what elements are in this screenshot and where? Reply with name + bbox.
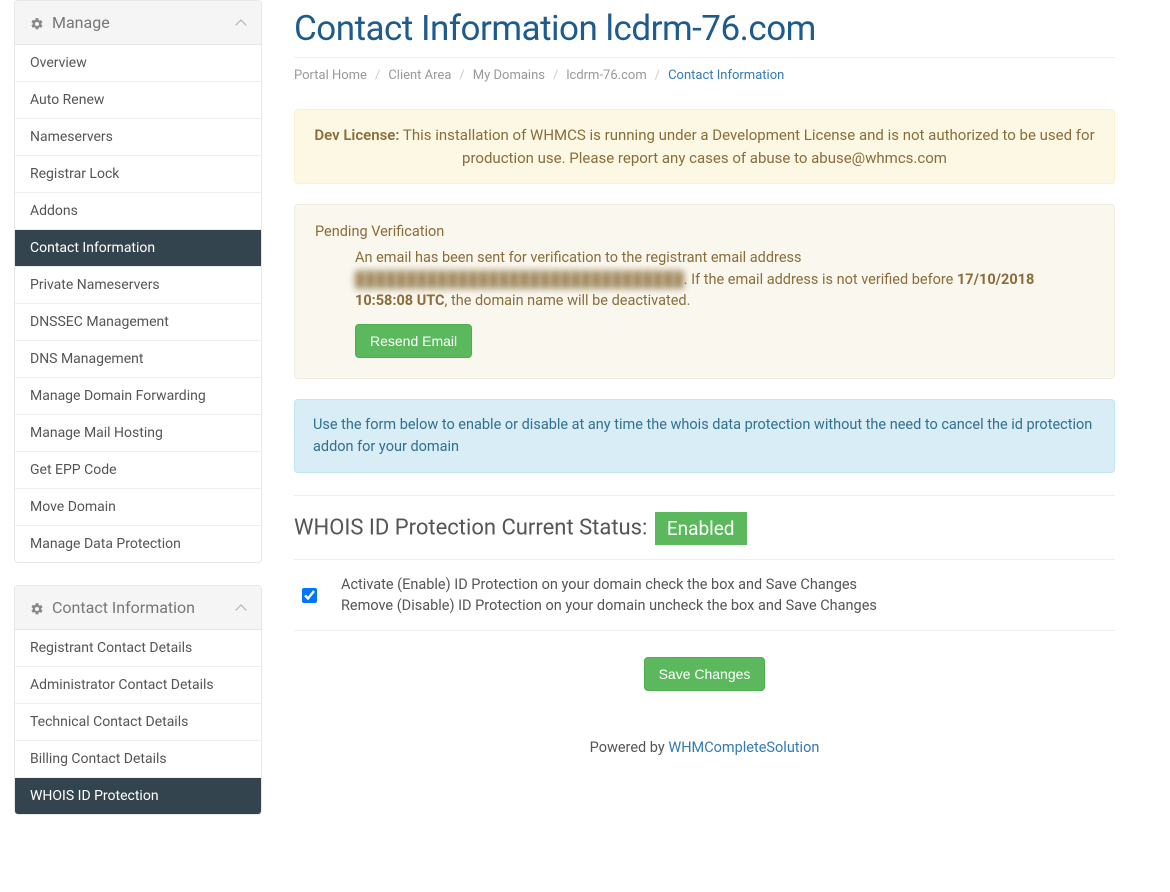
whois-checkbox-row: Activate (Enable) ID Protection on your …: [294, 559, 1115, 631]
manage-panel-header[interactable]: Manage: [15, 1, 261, 45]
whois-heading: WHOIS ID Protection Current Status: Enab…: [294, 512, 1115, 545]
manage-nav-item[interactable]: Get EPP Code: [15, 452, 261, 489]
contact-info-nav-item[interactable]: Registrant Contact Details: [15, 630, 261, 667]
breadcrumb-separator: /: [553, 68, 558, 83]
whois-status-badge: Enabled: [655, 512, 747, 545]
pending-blurred-email: ████████████████████████████████: [355, 271, 684, 288]
manage-nav-item[interactable]: Contact Information: [15, 230, 261, 267]
gear-icon: [30, 601, 44, 615]
manage-nav-item[interactable]: Nameservers: [15, 119, 261, 156]
pending-post-text-2: , the domain name will be deactivated.: [445, 292, 691, 309]
contact-info-nav-list: Registrant Contact DetailsAdministrator …: [15, 630, 261, 814]
page-title: Contact Information lcdrm-76.com: [294, 8, 1115, 49]
footer-link[interactable]: WHMCompleteSolution: [668, 739, 819, 756]
info-alert: Use the form below to enable or disable …: [294, 399, 1115, 473]
save-changes-button[interactable]: Save Changes: [644, 657, 766, 691]
dev-license-label: Dev License:: [314, 126, 399, 144]
breadcrumb: Portal Home / Client Area / My Domains / lcdrm…: [294, 68, 1115, 83]
dev-license-text: This installation of WHMCS is running un…: [403, 126, 1095, 167]
whois-line-2: Remove (Disable) ID Protection on your d…: [341, 595, 877, 616]
manage-nav-item[interactable]: Overview: [15, 45, 261, 82]
contact-info-nav-item[interactable]: Administrator Contact Details: [15, 667, 261, 704]
manage-nav-item[interactable]: Manage Domain Forwarding: [15, 378, 261, 415]
manage-nav-item[interactable]: Move Domain: [15, 489, 261, 526]
contact-info-panel-header[interactable]: Contact Information: [15, 586, 261, 630]
chevron-up-icon: [237, 18, 247, 28]
breadcrumb-link[interactable]: Client Area: [388, 68, 451, 83]
sidebar: Manage OverviewAuto RenewNameserversRegi…: [0, 0, 262, 837]
breadcrumb-link[interactable]: Portal Home: [294, 68, 367, 83]
contact-info-nav-item[interactable]: WHOIS ID Protection: [15, 778, 261, 814]
contact-info-nav-item[interactable]: Technical Contact Details: [15, 704, 261, 741]
footer-text: Powered by: [590, 739, 669, 756]
manage-nav-item[interactable]: Manage Mail Hosting: [15, 415, 261, 452]
manage-nav-list: OverviewAuto RenewNameserversRegistrar L…: [15, 45, 261, 562]
manage-panel-title: Manage: [52, 13, 110, 32]
gear-icon: [30, 16, 44, 30]
manage-nav-item[interactable]: Manage Data Protection: [15, 526, 261, 562]
breadcrumb-link[interactable]: lcdrm-76.com: [566, 68, 646, 83]
manage-nav-item[interactable]: Private Nameservers: [15, 267, 261, 304]
whois-protection-checkbox[interactable]: [302, 588, 317, 603]
manage-nav-item[interactable]: Registrar Lock: [15, 156, 261, 193]
footer: Powered by WHMCompleteSolution: [294, 739, 1115, 756]
contact-info-nav-item[interactable]: Billing Contact Details: [15, 741, 261, 778]
resend-email-button[interactable]: Resend Email: [355, 324, 472, 358]
section-divider: [294, 495, 1115, 496]
whois-heading-text: WHOIS ID Protection Current Status:: [294, 515, 647, 540]
breadcrumb-separator: /: [459, 68, 464, 83]
breadcrumb-link[interactable]: My Domains: [473, 68, 545, 83]
whois-line-1: Activate (Enable) ID Protection on your …: [341, 574, 877, 595]
chevron-up-icon: [237, 603, 247, 613]
breadcrumb-separator: /: [655, 68, 660, 83]
manage-nav-item[interactable]: DNSSEC Management: [15, 304, 261, 341]
whois-checkbox-text: Activate (Enable) ID Protection on your …: [341, 574, 877, 616]
main-content: Contact Information lcdrm-76.com Portal …: [262, 0, 1137, 837]
pending-verification-alert: Pending Verification An email has been s…: [294, 204, 1115, 379]
contact-info-panel-title: Contact Information: [52, 598, 195, 617]
pending-post-text-1: . If the email address is not verified b…: [684, 271, 957, 288]
title-divider: [294, 57, 1115, 58]
manage-nav-item[interactable]: DNS Management: [15, 341, 261, 378]
manage-nav-item[interactable]: Auto Renew: [15, 82, 261, 119]
breadcrumb-separator: /: [375, 68, 380, 83]
manage-nav-item[interactable]: Addons: [15, 193, 261, 230]
dev-license-alert: Dev License: This installation of WHMCS …: [294, 109, 1115, 184]
pending-verification-title: Pending Verification: [315, 221, 1094, 243]
pending-verification-body: An email has been sent for verification …: [315, 247, 1094, 358]
contact-info-panel: Contact Information Registrant Contact D…: [14, 585, 262, 815]
manage-panel: Manage OverviewAuto RenewNameserversRegi…: [14, 0, 262, 563]
pending-pre-text: An email has been sent for verification …: [355, 249, 801, 266]
breadcrumb-current: Contact Information: [668, 68, 784, 83]
